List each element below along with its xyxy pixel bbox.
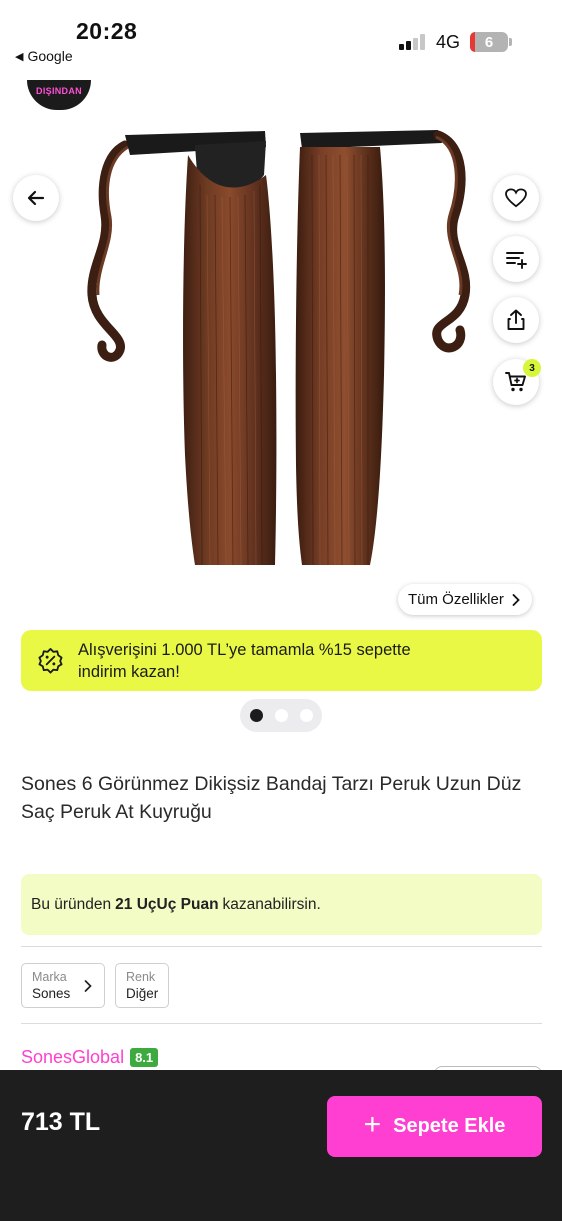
favorite-button[interactable] [493,175,539,221]
battery-level: 6 [484,33,494,51]
back-app-label: Google [27,48,73,64]
pagination-dot-1[interactable] [249,709,263,722]
back-triangle-icon: ◀ [15,50,24,63]
battery-icon: 6 [470,32,508,52]
chevron-right-icon [84,979,92,992]
color-attribute: Renk Diğer [115,963,169,1008]
seller-name[interactable]: SonesGlobal [21,1047,124,1068]
status-bar: 20:28 ◀ Google 4G 6 [0,0,562,75]
chevron-right-icon [512,593,520,606]
product-image [87,130,471,566]
divider [21,946,542,947]
bottom-purchase-bar: 713 TL + Sepete Ekle [0,1070,562,1221]
brand-attribute[interactable]: Marka Sones [21,963,105,1008]
status-time: 20:28 [76,18,138,44]
back-to-app-link[interactable]: ◀ Google [15,48,73,64]
arrow-left-icon [27,190,45,206]
all-features-button[interactable]: Tüm Özellikler [398,584,532,615]
network-type: 4G [436,32,461,52]
all-features-label: Tüm Özellikler [408,591,504,608]
origin-badge: DIŞINDAN [27,80,91,110]
product-title: Sones 6 Görünmez Dikişsiz Bandaj Tarzı P… [21,773,522,823]
share-button[interactable] [493,297,539,343]
plus-icon: + [363,1108,382,1141]
promo-text: Alışverişini 1.000 TL’ye tamamla %15 sep… [78,640,411,681]
gallery-pagination[interactable] [240,699,322,732]
color-label: Renk [126,970,156,984]
brand-label: Marka [32,970,67,984]
product-price: 713 TL [21,1108,101,1136]
compare-list-icon [506,252,527,269]
divider [21,1023,542,1024]
seller-rating-badge: 8.1 [130,1048,159,1067]
color-value: Diğer [126,986,159,1001]
brand-value: Sones [32,986,71,1001]
cart-count-badge: 3 [523,359,541,377]
points-prefix: Bu üründen [31,895,112,913]
cart-icon [505,372,526,392]
share-icon [507,309,525,330]
discount-badge-icon [38,648,63,674]
add-to-cart-button[interactable]: + Sepete Ekle [327,1096,542,1157]
cart-button[interactable]: 3 [493,359,541,405]
back-button[interactable] [13,175,59,221]
points-amount: 21 UçUç Puan [115,895,219,913]
pagination-dot-3[interactable] [299,709,313,722]
cellular-signal-icon [399,33,427,50]
add-to-list-button[interactable] [493,236,539,282]
add-to-cart-label: Sepete Ekle [393,1115,506,1137]
battery-tip [509,38,512,46]
seller-info[interactable]: SonesGlobal 8.1 [21,1047,159,1068]
heart-icon [505,188,527,208]
points-suffix: kazanabilirsin. [222,895,321,913]
points-banner: Bu üründen 21 UçUç Puan kazanabilirsin. [21,874,542,935]
pagination-dot-2[interactable] [274,709,288,722]
product-image-gallery[interactable]: DIŞINDAN 3 [0,75,562,620]
promo-banner[interactable]: Alışverişini 1.000 TL’ye tamamla %15 sep… [21,630,542,691]
